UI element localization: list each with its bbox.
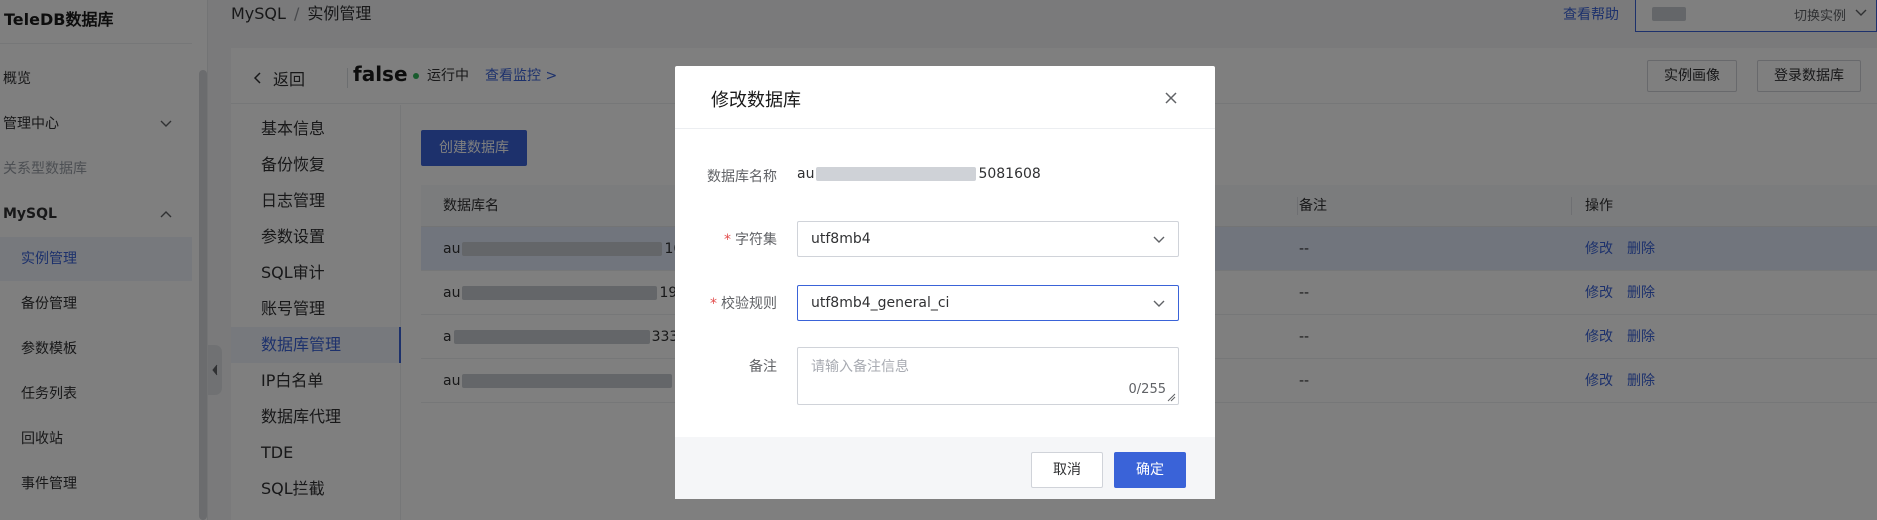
remark-textarea[interactable]: 请输入备注信息 0/255 bbox=[797, 347, 1179, 405]
collation-label: * 校验规则 bbox=[675, 293, 777, 313]
required-mark: * bbox=[710, 296, 717, 312]
remark-char-count: 0/255 bbox=[1128, 382, 1166, 397]
remark-label: 备注 bbox=[749, 359, 777, 375]
collation-value: utf8mb4_general_ci bbox=[811, 295, 950, 311]
close-icon[interactable] bbox=[1163, 90, 1179, 106]
collation-select[interactable]: utf8mb4_general_ci bbox=[797, 285, 1179, 321]
charset-select[interactable]: utf8mb4 bbox=[797, 221, 1179, 257]
db-name-value-suffix: 5081608 bbox=[978, 166, 1041, 182]
db-name-value: au 5081608 bbox=[797, 166, 1041, 182]
chevron-down-icon bbox=[1153, 236, 1165, 243]
charset-label: * 字符集 bbox=[675, 229, 777, 249]
db-name-redacted bbox=[816, 167, 977, 181]
charset-label-text: 字符集 bbox=[735, 232, 777, 248]
charset-value: utf8mb4 bbox=[811, 231, 871, 247]
required-mark: * bbox=[724, 232, 731, 248]
confirm-button[interactable]: 确定 bbox=[1114, 452, 1186, 488]
dialog-title: 修改数据库 bbox=[711, 90, 801, 111]
collation-label-text: 校验规则 bbox=[721, 296, 777, 312]
dialog-footer: 取消 确定 bbox=[675, 437, 1215, 499]
dialog-header: 修改数据库 bbox=[675, 66, 1215, 129]
db-name-value-prefix: au bbox=[797, 166, 815, 182]
chevron-down-icon bbox=[1153, 300, 1165, 307]
edit-database-dialog: 修改数据库 数据库名称 au 5081608 * 字符集 utf8mb4 * 校验规则… bbox=[675, 66, 1215, 499]
resize-grip-icon[interactable] bbox=[1167, 393, 1176, 402]
remark-placeholder: 请输入备注信息 bbox=[811, 359, 909, 375]
db-name-label: 数据库名称 bbox=[707, 169, 777, 185]
cancel-button[interactable]: 取消 bbox=[1031, 452, 1103, 488]
